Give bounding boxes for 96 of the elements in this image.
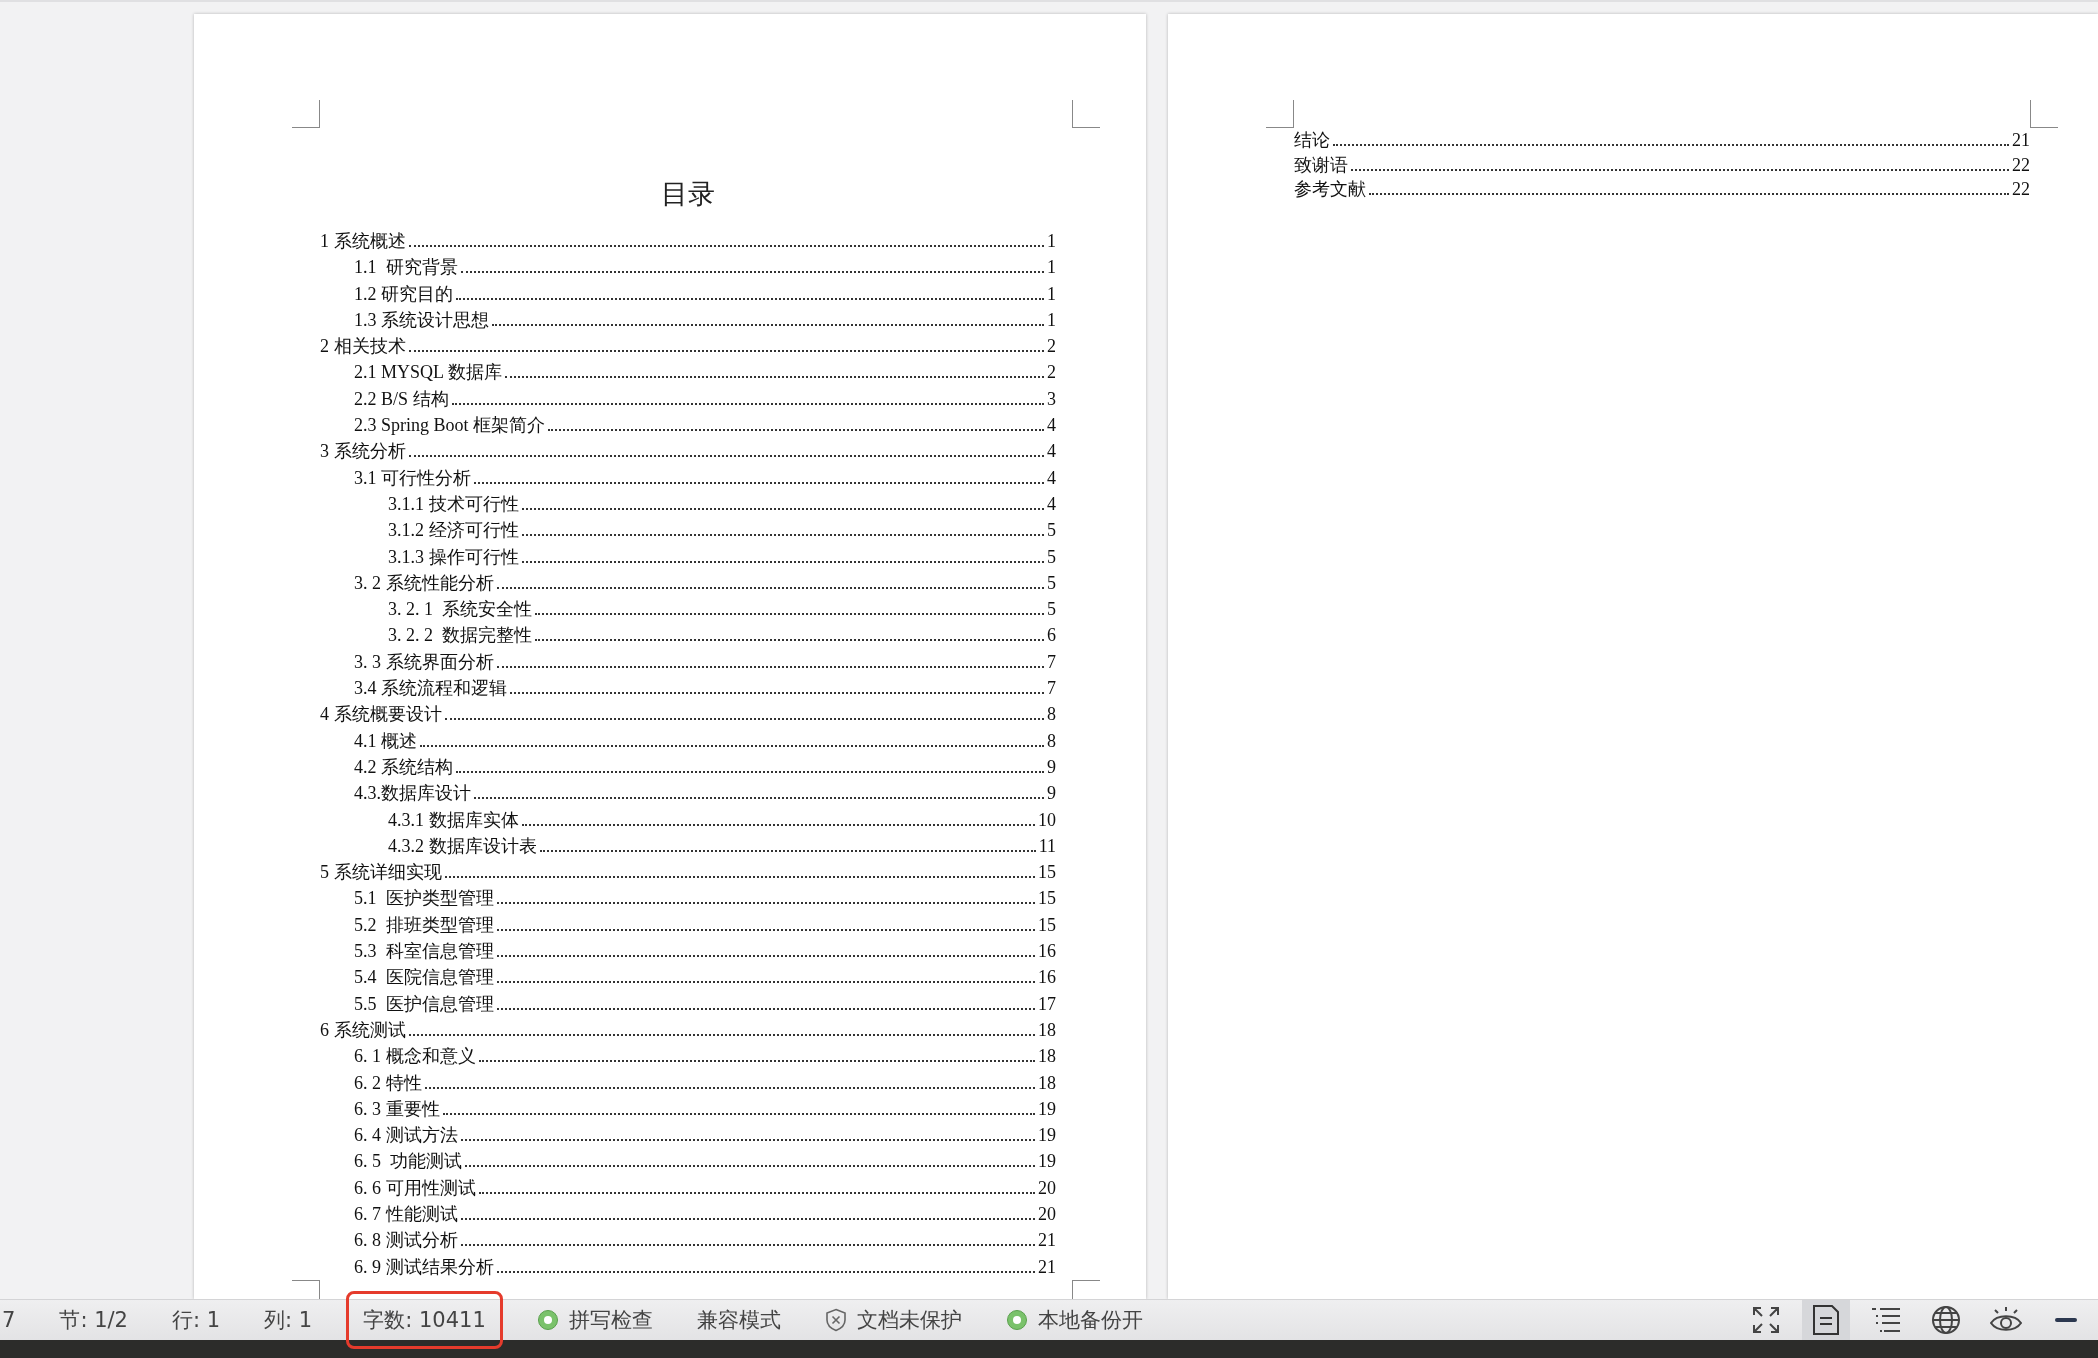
toc-page-number: 5 [1047,571,1056,595]
toc-entry-title[interactable]: 3. 3 系统界面分析 [354,648,494,676]
toc-entry-title[interactable]: 3.1 可行性分析 [354,464,471,491]
toc-entry-title[interactable]: 参考文献 [1294,177,1366,202]
toc-entry-title[interactable]: 6 系统测试 [320,1016,406,1044]
toc-page-number: 17 [1038,992,1056,1016]
status-text[interactable]: 拼写检查 [568,1306,653,1334]
toc-entry-title[interactable]: 4.3.数据库设计 [354,780,471,807]
toc-heading: 目录 [661,178,715,211]
toc-page-number: 19 [1038,1124,1056,1148]
toc-page-number: 19 [1038,1150,1056,1174]
status-text[interactable]: 字数: 10411 [363,1306,486,1334]
toc-entry-title[interactable]: 1.2 研究目的 [354,280,453,307]
toc-page-number: 3 [1047,387,1056,411]
status-text[interactable]: 兼容模式 [696,1306,781,1334]
toc-entry-title[interactable]: 5 系统详细实现 [320,859,442,886]
toc-page-number: 1 [1047,230,1056,253]
toc-page-number: 21 [1038,1229,1056,1253]
toc-entry-title[interactable]: 2.3 Spring Boot 框架简介 [354,412,545,439]
toc-entry-title[interactable]: 2 相关技术 [320,333,406,360]
toc-page-number: 16 [1038,940,1056,963]
toc-entry-title[interactable]: 5.3 科室信息管理 [354,938,494,965]
toc-page-number: 5 [1047,598,1056,622]
toc-entry-title[interactable]: 5.4 医院信息管理 [354,964,494,991]
toc-entry-title[interactable]: 6. 8 测试分析 [354,1227,458,1254]
toc-page-number: 8 [1047,729,1056,753]
toc-entry-title[interactable]: 4 系统概要设计 [320,701,442,728]
toc-page-number: 2 [1047,361,1056,385]
toc-page-number: 1 [1047,282,1056,306]
toc-page-number: 19 [1038,1097,1056,1121]
toc-page-number: 4 [1047,414,1056,438]
toc-entry-title[interactable]: 2.2 B/S 结构 [354,385,449,413]
toc-page-number: 4 [1047,466,1056,490]
status-text[interactable]: 列: 1 [264,1306,313,1334]
toc-entry-title[interactable]: 3. 2. 1 系统安全性 [388,596,532,623]
status-text[interactable]: 行: 1 [171,1306,221,1334]
toc-page-number: 21 [2012,129,2030,152]
toc-entry-title[interactable]: 6. 5 功能测试 [354,1148,462,1175]
toc-entry-title[interactable]: 致谢语 [1294,152,1348,177]
toc-entry-title[interactable]: 5.1 医护类型管理 [354,885,494,912]
toc-page-number: 5 [1047,545,1056,569]
toc-page-number: 8 [1047,703,1056,727]
toc-page-number: 1 [1047,308,1056,332]
toc-page-number: 18 [1038,1045,1056,1069]
toc-entry-title[interactable]: 1.3 系统设计思想 [354,306,489,334]
toc-page-number: 10 [1038,808,1056,832]
toc-entry-title[interactable]: 6. 2 特性 [354,1069,422,1096]
toc-entry-title[interactable]: 1 系统概述 [320,228,406,255]
toc-page-number: 20 [1038,1176,1056,1200]
toc-page-number: 15 [1038,861,1056,885]
toc-page-number: 21 [1038,1255,1056,1279]
toc-page-number: 20 [1038,1203,1056,1226]
status-text[interactable]: 节: 1/2 [59,1306,128,1334]
toc-page-number: 9 [1047,782,1056,806]
toc-page-number: 22 [2012,153,2030,177]
toc-entry-title[interactable]: 5.5 医护信息管理 [354,990,494,1017]
status-text[interactable]: 7 [2,1308,16,1332]
toc-entry-title[interactable]: 3. 2. 2 数据完整性 [388,622,532,649]
toc-page-number: 15 [1038,887,1056,911]
toc-page-number: 15 [1038,913,1056,937]
status-text[interactable]: 本地备份开 [1037,1306,1143,1334]
toc-entry-title[interactable]: 6. 7 性能测试 [354,1201,458,1228]
toc-page-number: 18 [1038,1018,1056,1042]
toc-page-number: 2 [1047,335,1056,359]
toc-page-number: 5 [1047,519,1056,543]
toc-entry-title[interactable]: 3.1.1 技术可行性 [388,490,519,518]
toc-entry-title[interactable]: 6. 4 测试方法 [354,1122,458,1149]
toc-entry-title[interactable]: 6. 1 概念和意义 [354,1043,476,1070]
toc-entry-title[interactable]: 4.3.1 数据库实体 [388,806,519,833]
toc-entry-title[interactable]: 3.4 系统流程和逻辑 [354,675,507,702]
toc-entry-title[interactable]: 3.1.2 经济可行性 [388,517,519,544]
toc-page-number: 18 [1038,1071,1056,1095]
toc-page-number: 6 [1047,624,1056,648]
toc-page-number: 1 [1047,256,1056,280]
toc-entry-title[interactable]: 结论 [1294,128,1330,153]
toc-page-number: 11 [1038,834,1056,858]
toc-page-number: 22 [2012,178,2030,201]
toc-entry-title[interactable]: 6. 9 测试结果分析 [354,1253,494,1280]
toc-entry-title[interactable]: 5.2 排班类型管理 [354,911,494,938]
toc-entry-title[interactable]: 1.1 研究背景 [354,254,458,281]
toc-page-number: 7 [1047,650,1056,674]
toc-entry-title[interactable]: 6. 3 重要性 [354,1095,440,1123]
toc-page-number: 16 [1038,966,1056,990]
toc-page-number: 7 [1047,677,1056,701]
toc-entry-title[interactable]: 3.1.3 操作可行性 [388,543,519,570]
toc-entry-title[interactable]: 2.1 MYSQL 数据库 [354,359,502,386]
toc-entry-title[interactable]: 4.3.2 数据库设计表 [388,832,537,860]
toc-page-number: 4 [1047,492,1056,516]
toc-entry-title[interactable]: 3. 2 系统性能分析 [354,569,494,597]
status-text[interactable]: 文档未保护 [856,1306,962,1334]
toc-page-number: 4 [1047,440,1056,464]
toc-page-number: 9 [1047,755,1056,779]
toc-entry-title[interactable]: 6. 6 可用性测试 [354,1174,476,1201]
toc-entry-title[interactable]: 4.1 概述 [354,727,417,754]
toc-entry-title[interactable]: 4.2 系统结构 [354,753,453,781]
toc-entry-title[interactable]: 3 系统分析 [320,438,406,465]
